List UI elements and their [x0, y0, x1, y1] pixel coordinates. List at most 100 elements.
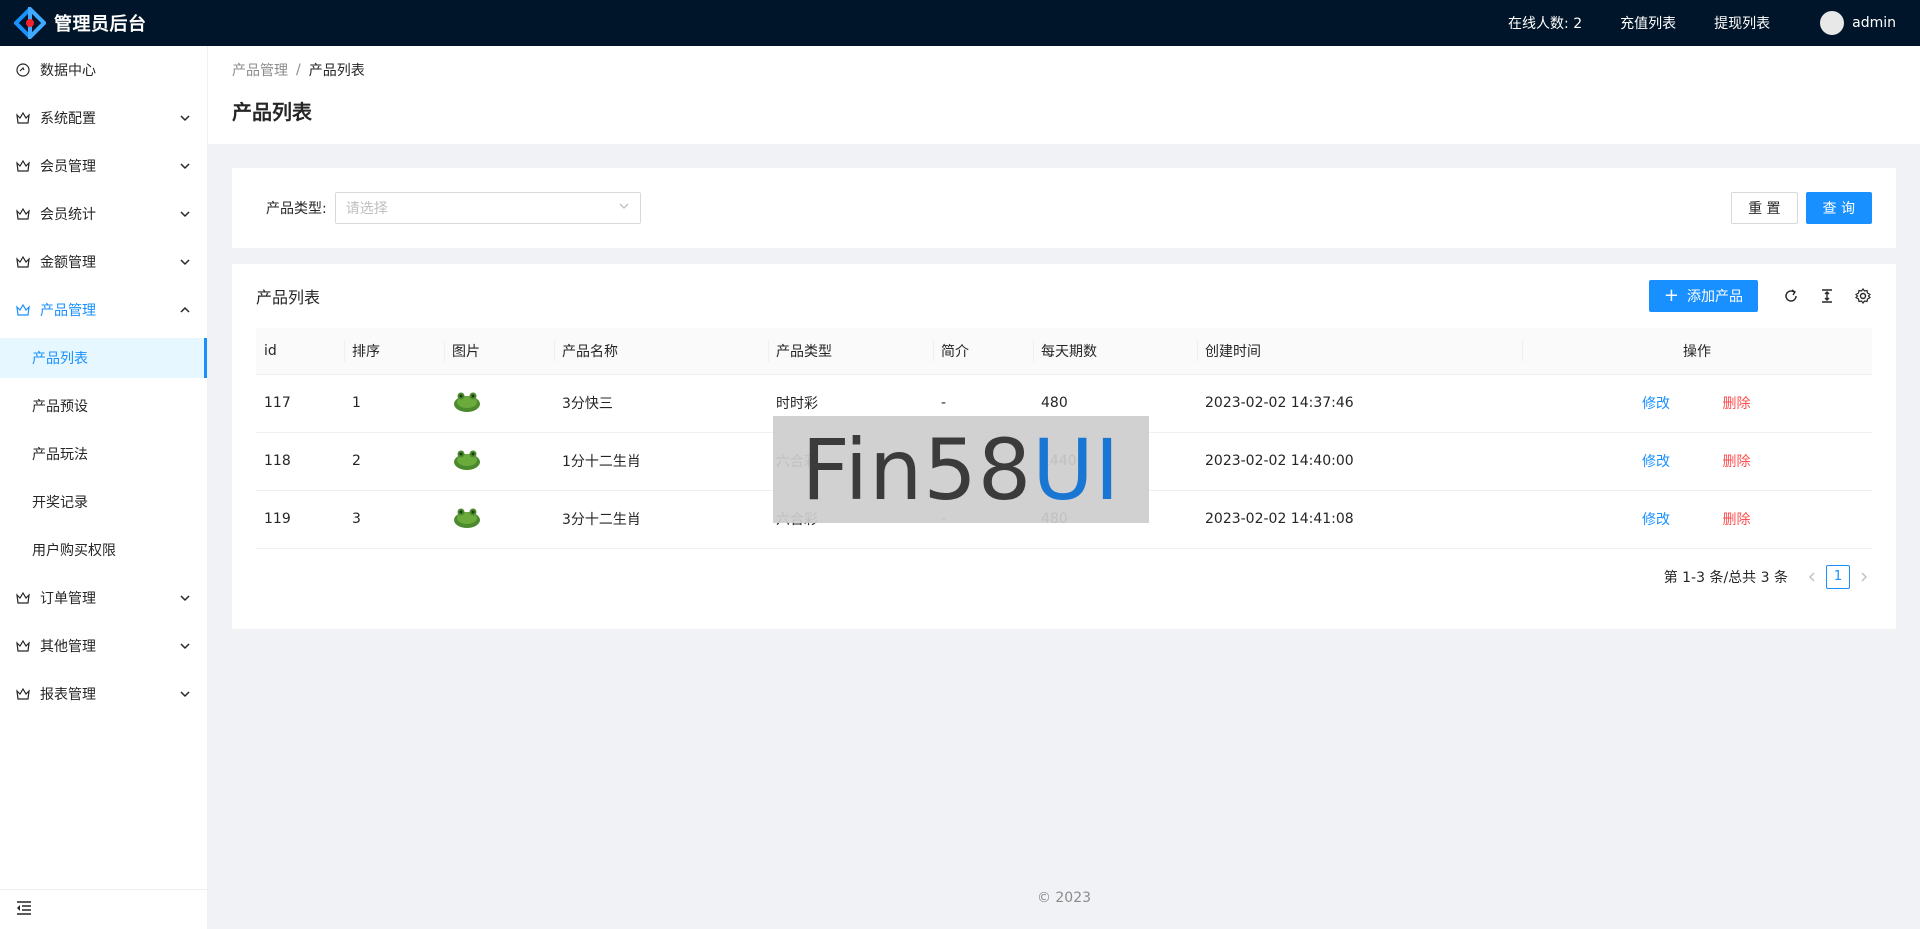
cell-sort: 2 — [344, 432, 444, 491]
cell-id: 119 — [256, 490, 344, 549]
crown-icon — [16, 159, 30, 173]
sidebar-item-report-management[interactable]: 报表管理 — [0, 674, 207, 714]
sidebar-item-label: 产品管理 — [40, 303, 96, 319]
cell-sort: 3 — [344, 490, 444, 549]
chevron-down-icon — [179, 208, 191, 220]
cell-id: 117 — [256, 374, 344, 433]
sidebar-subitem-draw-records[interactable]: 开奖记录 — [0, 482, 207, 522]
recharge-list-link[interactable]: 充值列表 — [1620, 13, 1676, 33]
cell-name: 3分快三 — [554, 374, 768, 433]
cell-name: 1分十二生肖 — [554, 432, 768, 491]
sidebar-subitem-product-list[interactable]: 产品列表 — [0, 338, 207, 378]
chevron-down-icon — [179, 112, 191, 124]
cell-actions: 修改 删除 — [1522, 432, 1872, 491]
sidebar-subitem-product-preset[interactable]: 产品预设 — [0, 386, 207, 426]
sidebar-subitem-product-gameplay[interactable]: 产品玩法 — [0, 434, 207, 474]
sidebar-item-label: 数据中心 — [40, 63, 96, 79]
chevron-down-icon — [179, 592, 191, 604]
edit-link[interactable]: 修改 — [1642, 396, 1670, 412]
chevron-right-icon[interactable] — [1856, 566, 1872, 588]
product-type-select[interactable]: 请选择 — [334, 192, 641, 224]
query-button[interactable]: 查 询 — [1805, 192, 1872, 224]
column-header: 每天期数 — [1033, 328, 1197, 375]
add-product-button[interactable]: + 添加产品 — [1648, 280, 1758, 312]
crown-icon — [16, 687, 30, 701]
withdraw-list-link[interactable]: 提现列表 — [1714, 13, 1770, 33]
footer-copyright: © 2023 — [1036, 890, 1092, 906]
column-header: 产品名称 — [554, 328, 768, 375]
page-title: 产品列表 — [232, 100, 312, 124]
watermark-text-accent: UI — [1032, 420, 1121, 519]
crown-icon — [16, 303, 30, 317]
cell-image — [444, 374, 554, 433]
column-header: 图片 — [444, 328, 554, 375]
frog-thumbnail-icon[interactable] — [452, 447, 482, 471]
breadcrumb-separator: / — [296, 62, 301, 78]
chevron-left-icon[interactable] — [1804, 566, 1820, 588]
online-count: 在线人数: 2 — [1508, 16, 1583, 32]
column-header: 简介 — [933, 328, 1033, 375]
avatar — [1820, 11, 1845, 35]
watermark-text-main: Fin58 — [801, 420, 1033, 519]
plus-icon: + — [1663, 285, 1679, 306]
reset-button[interactable]: 重 置 — [1731, 192, 1798, 224]
page-header: 产品管理 / 产品列表 产品列表 — [208, 46, 1920, 144]
cell-actions: 修改 删除 — [1522, 374, 1872, 433]
sidebar-item-dashboard[interactable]: 数据中心 — [0, 50, 207, 90]
setting-icon[interactable] — [1854, 287, 1872, 305]
dashboard-icon — [16, 63, 30, 77]
sidebar-item-member-stats[interactable]: 会员统计 — [0, 194, 207, 234]
delete-link[interactable]: 删除 — [1722, 512, 1750, 528]
column-header: 排序 — [344, 328, 444, 375]
cell-actions: 修改 删除 — [1522, 490, 1872, 549]
cell-id: 118 — [256, 432, 344, 491]
breadcrumb-parent[interactable]: 产品管理 — [232, 60, 288, 80]
user-menu[interactable]: admin — [1820, 11, 1896, 35]
logo-icon — [13, 4, 47, 42]
sidebar-item-label: 会员统计 — [40, 207, 96, 223]
sidebar-item-order-management[interactable]: 订单管理 — [0, 578, 207, 618]
cell-created: 2023-02-02 14:40:00 — [1197, 432, 1522, 491]
delete-link[interactable]: 删除 — [1722, 454, 1750, 470]
menu-fold-icon — [16, 900, 32, 919]
chevron-down-icon — [179, 256, 191, 268]
crown-icon — [16, 207, 30, 221]
add-product-label: 添加产品 — [1687, 289, 1743, 305]
sidebar-item-other-management[interactable]: 其他管理 — [0, 626, 207, 666]
column-header: 产品类型 — [768, 328, 933, 375]
crown-icon — [16, 255, 30, 269]
reload-icon[interactable] — [1782, 287, 1800, 305]
edit-link[interactable]: 修改 — [1642, 454, 1670, 470]
username: admin — [1852, 15, 1896, 31]
delete-link[interactable]: 删除 — [1722, 396, 1750, 412]
column-header: id — [256, 328, 344, 375]
top-header: 管理员后台 在线人数: 2 充值列表 提现列表 admin — [0, 0, 1920, 46]
frog-thumbnail-icon[interactable] — [452, 389, 482, 413]
brand[interactable]: 管理员后台 — [0, 0, 147, 46]
sidebar-item-system-config[interactable]: 系统配置 — [0, 98, 207, 138]
sidebar-item-member-management[interactable]: 会员管理 — [0, 146, 207, 186]
chevron-down-icon — [179, 640, 191, 652]
page-number[interactable]: 1 — [1826, 564, 1850, 589]
sidebar-item-label: 订单管理 — [40, 591, 96, 607]
sidebar-item-label: 会员管理 — [40, 159, 96, 175]
sidebar-item-label: 系统配置 — [40, 111, 96, 127]
column-height-icon[interactable] — [1818, 287, 1836, 305]
column-header: 操作 — [1522, 328, 1872, 375]
sidebar-subitem-purchase-permission[interactable]: 用户购买权限 — [0, 530, 207, 570]
sidebar-item-product-management[interactable]: 产品管理 — [0, 290, 207, 330]
column-header: 创建时间 — [1197, 328, 1522, 375]
edit-link[interactable]: 修改 — [1642, 512, 1670, 528]
cell-image — [444, 432, 554, 491]
chevron-up-icon — [179, 304, 191, 316]
frog-thumbnail-icon[interactable] — [452, 505, 482, 529]
crown-icon — [16, 591, 30, 605]
filter-card: 产品类型: 请选择 重 置 查 询 — [232, 168, 1896, 248]
watermark: Fin58 UI — [773, 416, 1149, 523]
table-title: 产品列表 — [256, 288, 321, 307]
sidebar-item-amount-management[interactable]: 金额管理 — [0, 242, 207, 282]
crown-icon — [16, 111, 30, 125]
pagination: 第 1-3 条/总共 3 条 1 — [256, 564, 1872, 589]
pagination-total: 第 1-3 条/总共 3 条 — [1663, 569, 1788, 586]
sidebar-collapse-button[interactable] — [0, 889, 207, 929]
